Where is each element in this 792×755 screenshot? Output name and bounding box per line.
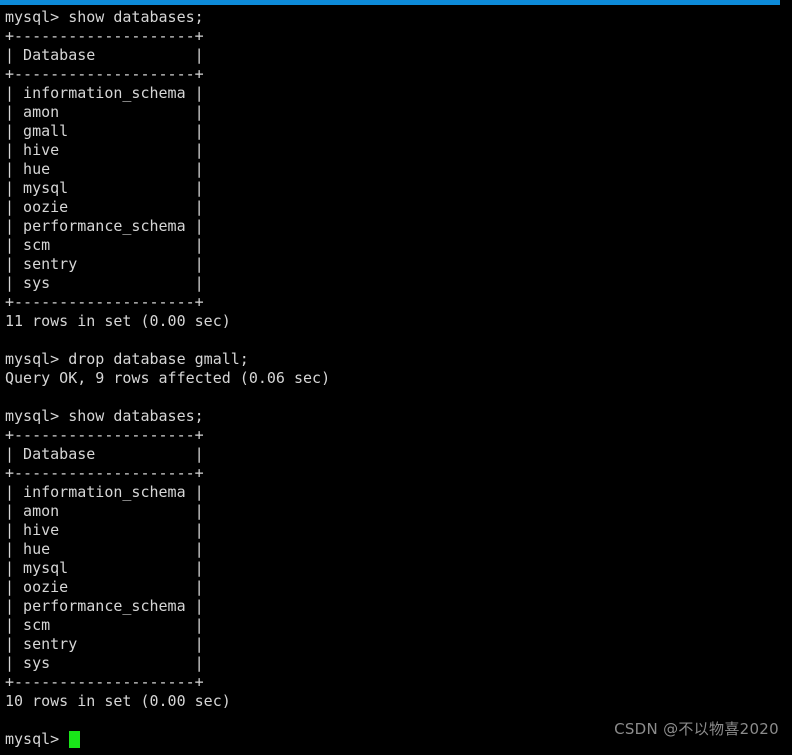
terminal-window: mysql> show databases; +-----------------… <box>0 0 792 755</box>
terminal-line-rule: +--------------------+ <box>5 27 204 45</box>
terminal-line-row: | amon | <box>5 502 204 520</box>
terminal-line-rule: +--------------------+ <box>5 426 204 444</box>
terminal-line-row: | sys | <box>5 654 204 672</box>
terminal-line-row: | hive | <box>5 521 204 539</box>
terminal-line-status: 11 rows in set (0.00 sec) <box>5 312 231 330</box>
terminal-line-rule: +--------------------+ <box>5 65 204 83</box>
terminal-line-row: | hive | <box>5 141 204 159</box>
terminal-line-row: | performance_schema | <box>5 217 204 235</box>
terminal-line-row: | scm | <box>5 616 204 634</box>
terminal-line-row: | information_schema | <box>5 483 204 501</box>
terminal-line-row: | performance_schema | <box>5 597 204 615</box>
terminal-line-status: Query OK, 9 rows affected (0.06 sec) <box>5 369 331 387</box>
terminal-line-row: | amon | <box>5 103 204 121</box>
terminal-line-row: | Database | <box>5 445 204 463</box>
terminal-line-row: | sentry | <box>5 635 204 653</box>
terminal-line-row: | sys | <box>5 274 204 292</box>
terminal-scrollback: mysql> show databases; +-----------------… <box>5 8 792 730</box>
terminal-line-row: | hue | <box>5 160 204 178</box>
terminal-line-row: | information_schema | <box>5 84 204 102</box>
terminal-line-rule: +--------------------+ <box>5 464 204 482</box>
terminal-line-row: | sentry | <box>5 255 204 273</box>
terminal-line-row: | oozie | <box>5 198 204 216</box>
terminal-line-command: mysql> show databases; <box>5 8 204 26</box>
terminal-line-command: mysql> show databases; <box>5 407 204 425</box>
terminal-line-status: 10 rows in set (0.00 sec) <box>5 692 231 710</box>
terminal-line-row: | scm | <box>5 236 204 254</box>
prompt-label: mysql> <box>5 730 69 748</box>
text-cursor <box>69 731 81 748</box>
terminal-line-rule: +--------------------+ <box>5 293 204 311</box>
terminal-line-row: | Database | <box>5 46 204 64</box>
terminal-line-row: | mysql | <box>5 179 204 197</box>
terminal-line-row: | oozie | <box>5 578 204 596</box>
terminal-line-rule: +--------------------+ <box>5 673 204 691</box>
terminal-line-row: | mysql | <box>5 559 204 577</box>
terminal-output-area[interactable]: mysql> show databases; +-----------------… <box>0 5 792 755</box>
csdn-watermark: CSDN @不以物喜2020 <box>614 720 779 738</box>
terminal-line-row: | hue | <box>5 540 204 558</box>
terminal-line-row: | gmall | <box>5 122 204 140</box>
terminal-line-command: mysql> drop database gmall; <box>5 350 249 368</box>
